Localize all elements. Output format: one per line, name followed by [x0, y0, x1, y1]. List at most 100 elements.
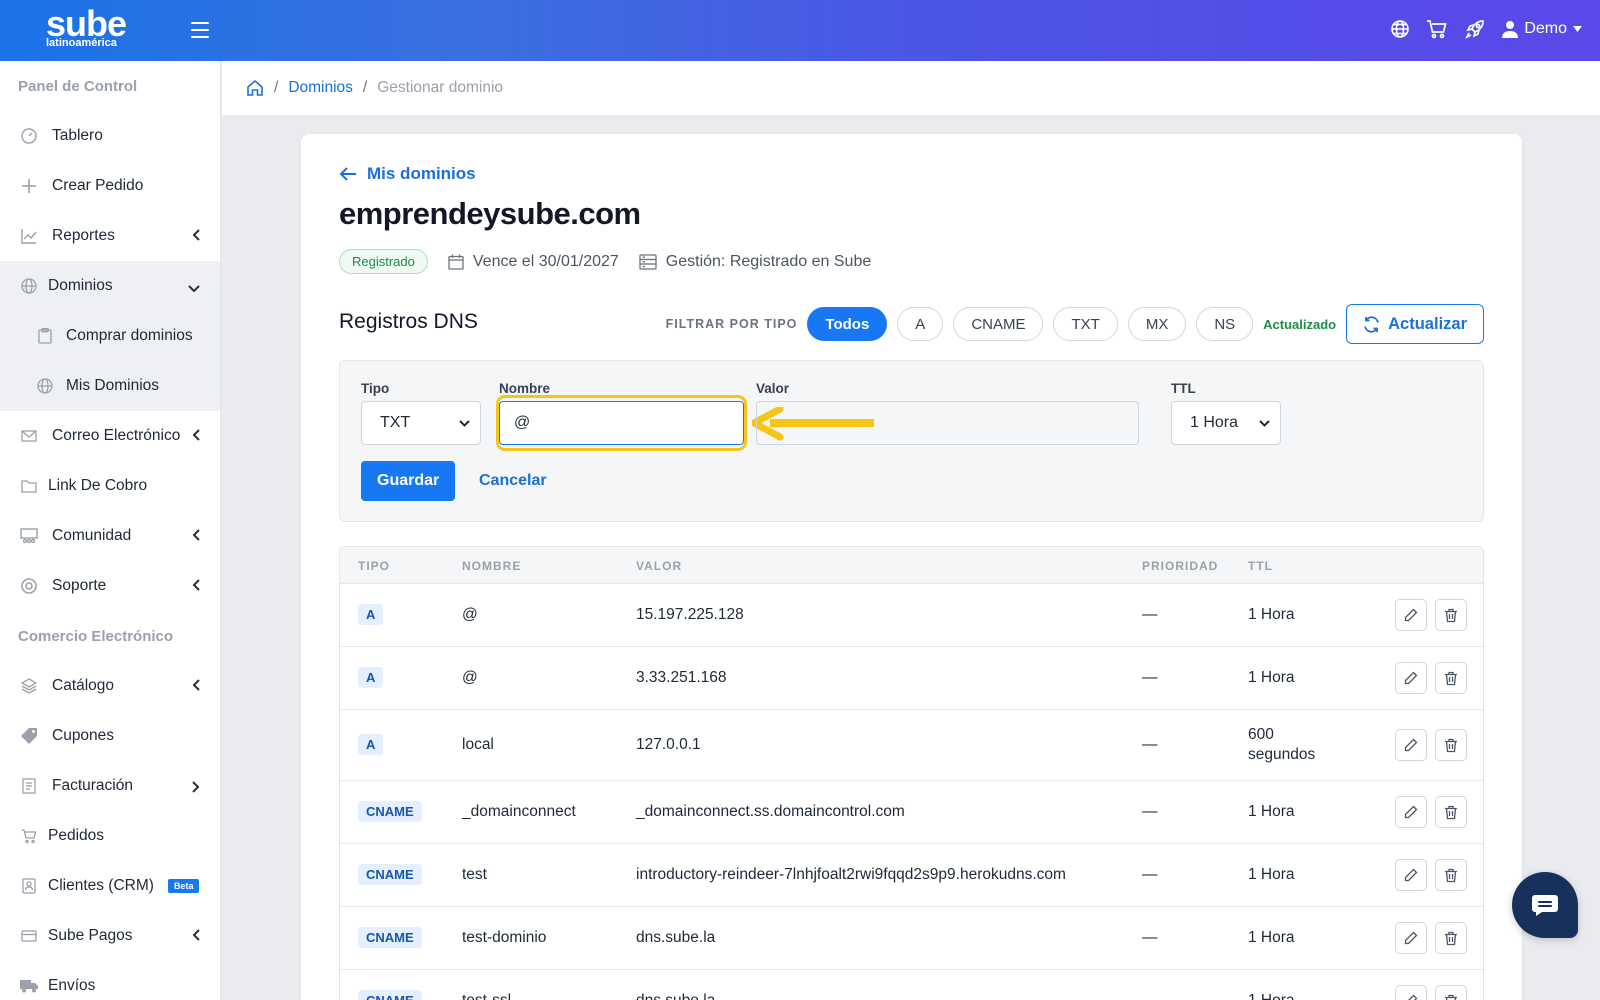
- record-ttl-value: 1 Hora: [1248, 606, 1295, 623]
- delete-button[interactable]: [1435, 729, 1467, 761]
- sidebar-item-facturacion[interactable]: Facturación: [0, 761, 220, 811]
- edit-button[interactable]: [1395, 729, 1427, 761]
- trash-icon: [1444, 738, 1458, 753]
- record-ttl: 1 Hora: [1248, 668, 1295, 688]
- sidebar-item-comprar-dominios[interactable]: Comprar dominios: [0, 311, 220, 361]
- user-name: Demo: [1524, 20, 1567, 37]
- breadcrumb-link-dominios[interactable]: Dominios: [288, 79, 353, 97]
- sidebar-item-label: Crear Pedido: [52, 177, 144, 194]
- record-priority: —: [1142, 669, 1158, 686]
- delete-button[interactable]: [1435, 796, 1467, 828]
- sidebar-item-clientes[interactable]: Clientes (CRM) Beta: [0, 861, 220, 911]
- layers-icon: [20, 677, 38, 695]
- record-ttl: 1 Hora: [1248, 865, 1295, 885]
- table-header: TIPO NOMBRE VALOR PRIORIDAD TTL: [340, 547, 1483, 584]
- sidebar-section-ecommerce: Comercio Electrónico: [18, 627, 174, 645]
- arrow-left-icon: [339, 167, 356, 181]
- sidebar-item-pedidos[interactable]: Pedidos: [0, 811, 220, 861]
- ttl-select[interactable]: 1 Hora: [1171, 401, 1281, 445]
- chevron-left-icon: [192, 428, 200, 446]
- delete-button[interactable]: [1435, 662, 1467, 694]
- sidebar-item-sube-pagos[interactable]: Sube Pagos: [0, 911, 220, 961]
- valor-input[interactable]: [756, 401, 1139, 445]
- record-ttl: 1 Hora: [1248, 802, 1295, 822]
- refresh-button[interactable]: Actualizar: [1346, 304, 1484, 344]
- chevron-down-icon: [1259, 419, 1270, 427]
- sidebar-item-reportes[interactable]: Reportes: [0, 211, 220, 261]
- col-nombre: NOMBRE: [462, 559, 522, 573]
- pencil-icon: [1404, 994, 1418, 1000]
- folder-icon: [20, 477, 38, 495]
- delete-button[interactable]: [1435, 922, 1467, 954]
- sidebar-item-comunidad[interactable]: Comunidad: [0, 511, 220, 561]
- row-actions: [1395, 796, 1467, 828]
- hamburger-menu-icon[interactable]: [191, 22, 209, 38]
- record-ttl-value: 1 Hora: [1248, 992, 1295, 1000]
- filter-ns[interactable]: NS: [1196, 307, 1254, 341]
- filter-mx[interactable]: MX: [1127, 307, 1187, 341]
- home-icon[interactable]: [246, 79, 264, 97]
- top-bar: sube latinoamérica Demo: [0, 0, 1600, 61]
- sidebar-item-correo[interactable]: Correo Electrónico: [0, 411, 220, 461]
- sidebar-item-soporte[interactable]: Soporte: [0, 561, 220, 611]
- logo-sub: latinoamérica: [46, 37, 117, 49]
- sidebar-item-cupones[interactable]: Cupones: [0, 711, 220, 761]
- record-type-badge: A: [358, 734, 384, 755]
- sidebar-item-crear-pedido[interactable]: Crear Pedido: [0, 161, 220, 211]
- ttl-label: TTL: [1171, 381, 1196, 396]
- breadcrumb: / Dominios / Gestionar dominio: [222, 61, 1600, 115]
- record-ttl: 1 Hora: [1248, 928, 1295, 948]
- edit-button[interactable]: [1395, 985, 1427, 1000]
- record-name: test-dominio: [462, 929, 547, 946]
- sidebar-item-envios[interactable]: Envíos: [0, 961, 220, 1000]
- cart-icon[interactable]: [1426, 19, 1448, 39]
- type-filter: FILTRAR POR TIPO Todos A CNAME TXT MX NS…: [666, 304, 1484, 344]
- expiry-text: Vence el 30/01/2027: [472, 252, 619, 270]
- delete-button[interactable]: [1435, 985, 1467, 1000]
- filter-cname[interactable]: CNAME: [953, 307, 1044, 341]
- users-icon: [20, 527, 38, 545]
- record-type-badge: CNAME: [358, 927, 422, 948]
- sidebar-item-label: Dominios: [48, 277, 113, 294]
- user-menu[interactable]: Demo: [1502, 20, 1582, 38]
- save-button[interactable]: Guardar: [361, 461, 456, 501]
- edit-button[interactable]: [1395, 662, 1427, 694]
- filter-txt[interactable]: TXT: [1053, 307, 1118, 341]
- globe-icon[interactable]: [1390, 19, 1410, 39]
- sidebar-item-mis-dominios[interactable]: Mis Dominios: [0, 361, 220, 411]
- record-value: 3.33.251.168: [636, 669, 727, 686]
- filter-todos[interactable]: Todos: [807, 307, 888, 341]
- sidebar-item-dominios[interactable]: Dominios: [0, 261, 220, 311]
- record-type-badge: CNAME: [358, 801, 422, 822]
- edit-button[interactable]: [1395, 859, 1427, 891]
- delete-button[interactable]: [1435, 599, 1467, 631]
- sidebar-item-label: Facturación: [52, 777, 133, 794]
- back-link[interactable]: Mis dominios: [339, 164, 476, 184]
- contacts-icon: [20, 877, 38, 895]
- credit-card-icon: [20, 927, 38, 945]
- cart-icon: [20, 827, 38, 845]
- sube-logo[interactable]: sube latinoamérica: [46, 6, 127, 49]
- edit-button[interactable]: [1395, 796, 1427, 828]
- sidebar-item-label: Clientes (CRM): [48, 877, 154, 894]
- chevron-down-icon: [188, 280, 200, 298]
- record-value: 15.197.225.128: [636, 606, 744, 623]
- chat-button[interactable]: [1512, 872, 1578, 938]
- table-row: Alocal 127.0.0.1 — 600 segundos: [340, 710, 1483, 781]
- table-row: A @15.197.225.128 — 1 Hora: [340, 584, 1483, 647]
- dns-table: TIPO NOMBRE VALOR PRIORIDAD TTL A @15.197…: [339, 546, 1484, 1000]
- top-actions: Demo: [1390, 18, 1582, 40]
- filter-a[interactable]: A: [897, 307, 944, 341]
- record-type-cell: CNAME: [358, 990, 422, 1000]
- delete-button[interactable]: [1435, 859, 1467, 891]
- sidebar-item-catalogo[interactable]: Catálogo: [0, 661, 220, 711]
- rocket-icon[interactable]: [1464, 18, 1486, 40]
- cancel-button[interactable]: Cancelar: [479, 461, 547, 501]
- sidebar-item-link-cobro[interactable]: Link De Cobro: [0, 461, 220, 511]
- tipo-select[interactable]: TXT: [361, 401, 481, 445]
- record-ttl: 1 Hora: [1248, 605, 1295, 625]
- edit-button[interactable]: [1395, 922, 1427, 954]
- edit-button[interactable]: [1395, 599, 1427, 631]
- sidebar-item-tablero[interactable]: Tablero: [0, 111, 220, 161]
- trash-icon: [1444, 931, 1458, 946]
